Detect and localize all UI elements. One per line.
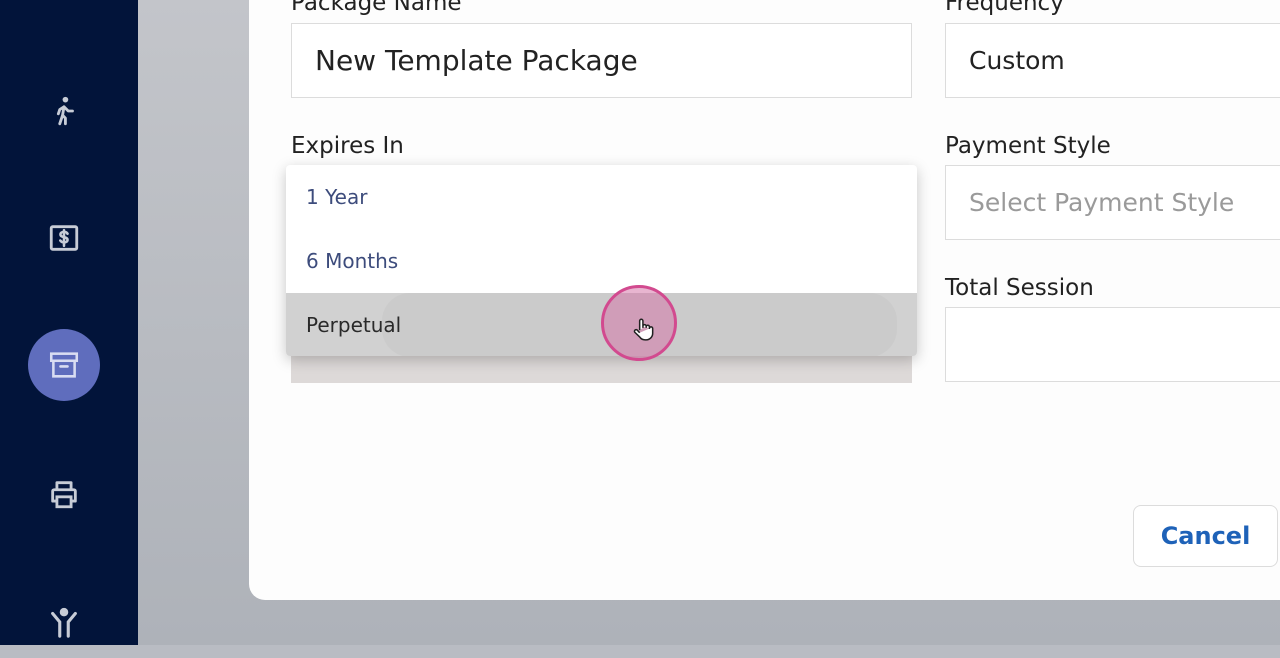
option-6-months[interactable]: 6 Months xyxy=(286,229,917,293)
cancel-button[interactable]: Cancel xyxy=(1133,505,1278,567)
package-name-label: Package Name xyxy=(291,0,462,16)
option-1-year[interactable]: 1 Year xyxy=(286,165,917,229)
frequency-select[interactable]: Custom xyxy=(945,23,1280,98)
sidebar-item-activity[interactable] xyxy=(28,75,100,147)
cursor-highlight xyxy=(601,285,677,361)
hand-pointer-icon xyxy=(633,318,654,341)
archive-box-icon xyxy=(49,352,79,378)
frequency-value: Custom xyxy=(969,46,1065,75)
package-name-value: New Template Package xyxy=(315,44,638,77)
payment-style-placeholder: Select Payment Style xyxy=(969,188,1235,217)
sidebar-item-billing[interactable] xyxy=(28,202,100,274)
printer-icon xyxy=(51,481,77,509)
total-session-label: Total Session xyxy=(945,275,1094,301)
sidebar-item-packages[interactable] xyxy=(28,329,100,401)
total-session-input[interactable] xyxy=(945,307,1280,382)
expires-in-select[interactable] xyxy=(291,356,912,383)
frequency-label: Frequency xyxy=(945,0,1064,16)
walking-person-icon xyxy=(56,96,74,126)
payment-style-label: Payment Style xyxy=(945,133,1111,159)
expires-in-label: Expires In xyxy=(291,133,404,159)
sidebar-item-print[interactable] xyxy=(28,458,100,530)
package-name-input[interactable]: New Template Package xyxy=(291,23,912,98)
person-arms-up-icon xyxy=(51,607,77,638)
payment-style-select[interactable]: Select Payment Style xyxy=(945,165,1280,240)
sidebar-item-members[interactable] xyxy=(28,586,100,658)
dollar-box-icon xyxy=(49,225,79,251)
sidebar xyxy=(0,0,138,645)
